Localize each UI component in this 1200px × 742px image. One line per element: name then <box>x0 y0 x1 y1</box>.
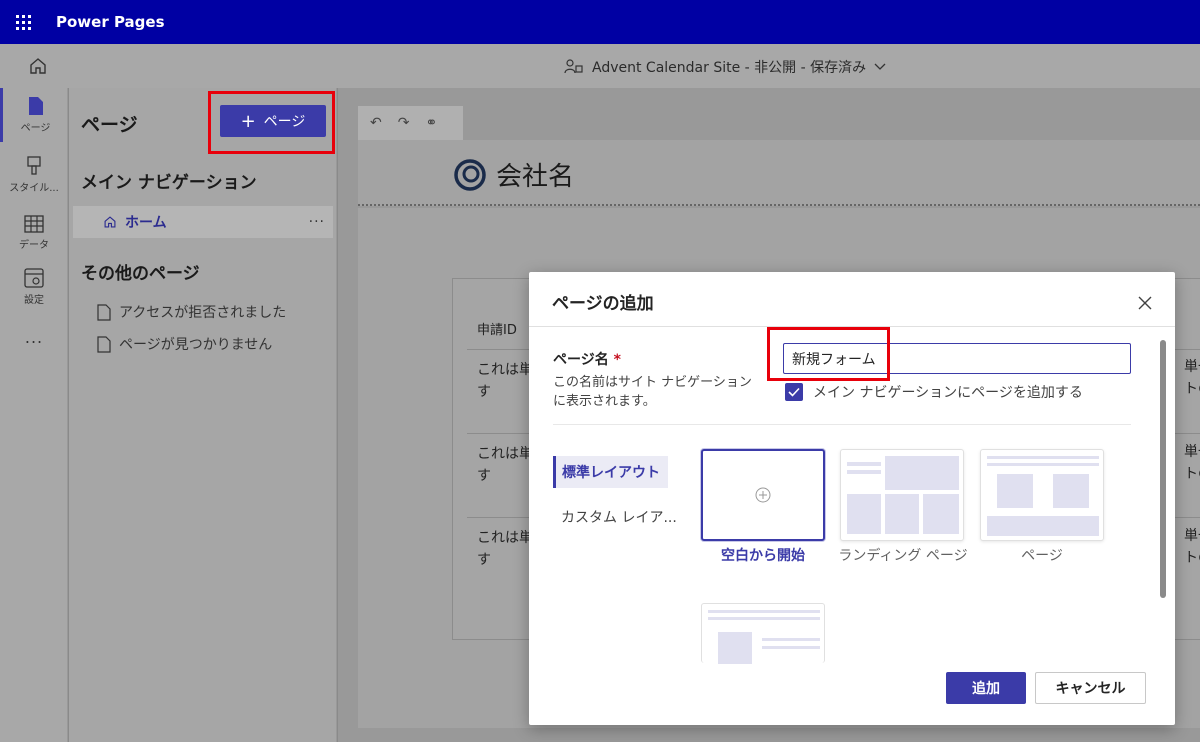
template-blank-label: 空白から開始 <box>721 548 805 564</box>
required-mark: * <box>613 352 621 368</box>
app-launcher-icon[interactable] <box>0 0 46 44</box>
rail-item-settings[interactable]: 設定 <box>0 260 68 314</box>
table-row: これは単 す <box>477 446 533 484</box>
highlight-box <box>767 327 890 381</box>
home-icon <box>104 216 116 228</box>
company-logo: 会社名 <box>454 156 574 193</box>
other-page-item[interactable]: アクセスが拒否されました <box>97 302 286 322</box>
rail-item-styles[interactable]: スタイル... <box>0 148 68 202</box>
panel-title: ページ <box>81 114 138 136</box>
template-partial[interactable] <box>701 603 825 664</box>
redo-icon[interactable]: ↷ <box>398 115 410 131</box>
more-options-icon[interactable]: ... <box>309 210 325 226</box>
link-icon[interactable]: ⚭ <box>425 115 437 131</box>
page-outline-icon <box>97 303 111 321</box>
page-outline-icon <box>97 335 111 353</box>
tab-standard-layout[interactable]: 標準レイアウト <box>553 456 668 488</box>
dialog-scrollbar[interactable] <box>1160 340 1166 598</box>
rail-label-styles: スタイル... <box>9 183 59 194</box>
dialog-title: ページの追加 <box>552 294 654 314</box>
rail-label-pages: ページ <box>20 123 51 134</box>
canvas-toolbar: ↶ ↷ ⚭ <box>358 106 463 140</box>
add-circle-icon <box>755 487 771 503</box>
page-icon <box>28 97 43 115</box>
page-name-label: ページ名 * <box>553 349 621 369</box>
left-rail: ページ スタイル... データ 設定 ... <box>0 88 68 742</box>
template-landing-label: ランディング ページ <box>838 548 968 564</box>
site-name: Advent Calendar Site - 非公開 - 保存済み <box>592 60 867 76</box>
table-row: これは単 す <box>477 530 533 568</box>
table-icon <box>24 215 44 233</box>
paintbrush-icon <box>27 156 41 175</box>
add-button[interactable]: 追加 <box>946 672 1026 704</box>
site-users-icon <box>564 59 583 74</box>
pages-panel: ページ + ページ メイン ナビゲーション ホーム ... その他のページ アク… <box>69 88 337 742</box>
other-pages-heading: その他のページ <box>81 264 200 284</box>
site-selector[interactable]: Advent Calendar Site - 非公開 - 保存済み <box>564 57 886 77</box>
page-name-label-text: ページ名 <box>553 352 609 368</box>
nav-home-label: ホーム <box>125 215 167 231</box>
other-page-label: ページが見つかりません <box>119 337 273 353</box>
preview-header[interactable]: 会社名 <box>358 140 1200 206</box>
table-row-right: 単一 トの <box>1184 444 1200 482</box>
other-page-label: アクセスが拒否されました <box>119 305 287 321</box>
checkbox-checked-icon[interactable] <box>785 383 803 401</box>
checkbox-label: メイン ナビゲーションにページを追加する <box>813 385 1083 401</box>
table-header: 申請ID <box>477 323 517 338</box>
table-row-right: 単一 トの <box>1184 528 1200 566</box>
logo-icon <box>454 158 486 191</box>
template-page[interactable] <box>980 449 1104 541</box>
site-bar: Advent Calendar Site - 非公開 - 保存済み <box>0 44 1200 88</box>
table-row: これは単 す <box>477 362 533 400</box>
rail-more-button[interactable]: ... <box>0 328 68 347</box>
table-row-right: 単一 トの <box>1184 359 1200 397</box>
rail-label-data: データ <box>19 240 49 251</box>
company-name: 会社名 <box>496 162 575 192</box>
cancel-button[interactable]: キャンセル <box>1035 672 1146 704</box>
close-icon[interactable] <box>1134 292 1156 314</box>
chevron-down-icon <box>874 63 886 70</box>
app-title: Power Pages <box>56 13 165 31</box>
template-blank[interactable] <box>701 449 825 541</box>
settings-icon <box>24 268 44 288</box>
undo-icon[interactable]: ↶ <box>370 115 382 131</box>
dialog-separator <box>553 424 1131 425</box>
top-bar: Power Pages <box>0 0 1200 44</box>
main-nav-heading: メイン ナビゲーション <box>81 173 257 193</box>
nav-item-home[interactable]: ホーム ... <box>73 206 333 238</box>
rail-label-settings: 設定 <box>24 295 44 306</box>
template-page-label: ページ <box>1021 548 1063 564</box>
home-icon[interactable] <box>28 56 48 76</box>
other-page-item[interactable]: ページが見つかりません <box>97 334 272 354</box>
rail-item-pages[interactable]: ページ <box>0 88 68 142</box>
template-landing[interactable] <box>840 449 964 541</box>
page-name-description: この名前はサイト ナビゲーションに表示されます。 <box>553 375 752 409</box>
tab-custom-layout[interactable]: カスタム レイア... <box>553 501 685 533</box>
add-to-nav-checkbox[interactable]: メイン ナビゲーションにページを追加する <box>785 382 1083 402</box>
rail-item-data[interactable]: データ <box>0 206 68 260</box>
highlight-box <box>208 91 335 154</box>
